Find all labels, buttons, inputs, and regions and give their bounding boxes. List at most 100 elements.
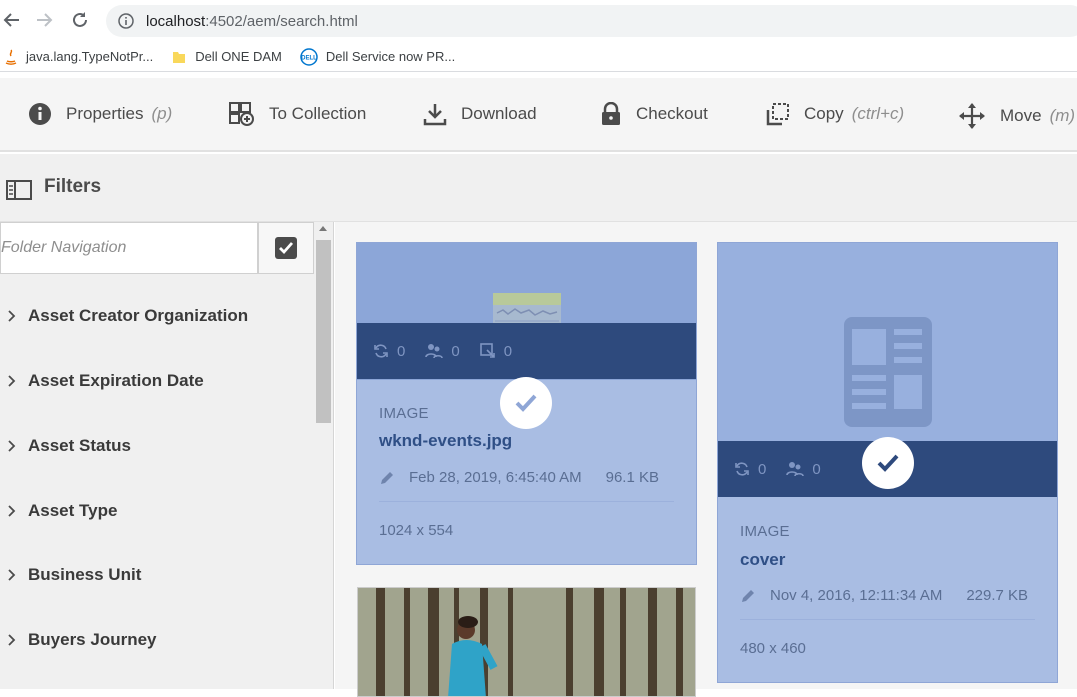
bookmarks-bar: java.lang.TypeNotPr... Dell ONE DAM DELL… — [0, 42, 1077, 72]
asset-name[interactable]: cover — [740, 550, 785, 570]
refresh-count: 0 — [758, 460, 767, 478]
url-text: localhost:4502/aem/search.html — [146, 13, 358, 30]
to-collection-button[interactable]: To Collection — [229, 102, 366, 126]
scroll-up-icon[interactable] — [319, 226, 327, 231]
facet-asset-creator-organization[interactable]: Asset Creator Organization — [8, 306, 248, 326]
quick-action-collaborators[interactable]: 0 — [786, 460, 821, 478]
filters-title: Filters — [44, 176, 102, 197]
facet-asset-type[interactable]: Asset Type — [8, 501, 117, 521]
chevron-right-icon — [8, 375, 20, 387]
rail-scrollbar[interactable] — [314, 222, 333, 689]
users-icon — [786, 462, 805, 477]
copy-shortcut: (ctrl+c) — [851, 104, 905, 123]
asset-meta: Feb 28, 2019, 6:45:40 AM 96.1 KB — [379, 469, 659, 486]
folder-navigation-toggle[interactable] — [258, 222, 314, 274]
selected-check-icon[interactable] — [862, 437, 914, 489]
card-divider — [379, 501, 674, 502]
asset-dimensions: 480 x 460 — [740, 640, 806, 657]
copy-label: Copy — [804, 104, 844, 123]
address-bar[interactable]: localhost:4502/aem/search.html — [106, 5, 1077, 37]
card-divider — [740, 619, 1035, 620]
rail-toggle-icon[interactable] — [6, 180, 32, 205]
chevron-right-icon — [8, 634, 20, 646]
asset-card-wknd-events[interactable]: 0 0 0 IMAGE wknd-events.jpg Feb 28, 2019… — [356, 242, 697, 565]
quick-action-collaborators[interactable]: 0 — [425, 342, 460, 360]
filters-header: Filters — [0, 154, 1077, 222]
checkout-button[interactable]: Checkout — [600, 102, 708, 126]
quick-action-annotations[interactable]: 0 — [479, 342, 513, 360]
facet-label: Asset Status — [28, 436, 131, 455]
asset-file-size: 229.7 KB — [966, 587, 1029, 604]
java-icon — [4, 49, 18, 65]
asset-modified-date: Feb 28, 2019, 6:45:40 AM — [409, 469, 582, 486]
annotations-count: 0 — [503, 342, 513, 360]
url-host: localhost — [146, 12, 206, 30]
bookmark-label: java.lang.TypeNotPr... — [26, 49, 154, 64]
facet-label: Asset Creator Organization — [28, 306, 249, 325]
facet-asset-status[interactable]: Asset Status — [8, 436, 131, 456]
info-circle-icon — [29, 103, 51, 125]
asset-type: IMAGE — [379, 405, 429, 422]
bookmark-label: Dell Service now PR... — [325, 49, 456, 64]
refresh-icon — [735, 462, 749, 476]
folder-navigation-placeholder: Folder Navigation — [1, 239, 127, 256]
download-label: Download — [461, 104, 537, 123]
pencil-icon — [742, 589, 754, 602]
move-shortcut: (m) — [1049, 106, 1076, 125]
asset-type: IMAGE — [740, 523, 790, 540]
facet-label: Asset Type — [28, 501, 118, 520]
move-icon — [959, 103, 985, 129]
facet-business-unit[interactable]: Business Unit — [8, 565, 141, 585]
asset-grid: 0 0 0 IMAGE wknd-events.jpg Feb 28, 2019… — [335, 222, 1077, 697]
quick-action-refresh[interactable]: 0 — [373, 343, 405, 360]
pencil-icon — [381, 471, 393, 484]
download-icon — [423, 104, 447, 126]
bookmark-dell-one-dam[interactable]: Dell ONE DAM — [171, 49, 282, 65]
lock-icon — [602, 102, 620, 125]
scroll-thumb[interactable] — [316, 240, 331, 423]
asset-dimensions: 1024 x 554 — [379, 522, 454, 539]
asset-file-size: 96.1 KB — [605, 469, 659, 486]
bookmark-label: Dell ONE DAM — [195, 49, 282, 64]
chevron-right-icon — [8, 310, 20, 322]
refresh-count: 0 — [397, 342, 406, 360]
asset-name[interactable]: wknd-events.jpg — [379, 431, 512, 451]
filters-rail: Folder Navigation Asset Creator Organiza… — [0, 222, 334, 689]
chevron-right-icon — [8, 569, 20, 581]
facet-asset-expiration-date[interactable]: Asset Expiration Date — [8, 371, 204, 391]
collaborators-count: 0 — [451, 342, 460, 360]
forward-arrow-icon[interactable] — [32, 8, 56, 32]
refresh-icon — [374, 344, 388, 358]
bookmark-java[interactable]: java.lang.TypeNotPr... — [4, 49, 153, 65]
folder-icon — [171, 49, 187, 65]
back-arrow-icon[interactable] — [0, 8, 24, 32]
annotation-icon — [479, 343, 495, 358]
quick-action-refresh[interactable]: 0 — [734, 461, 766, 478]
move-label: Move — [1000, 106, 1042, 125]
svg-text:DELL: DELL — [301, 55, 317, 61]
info-icon[interactable] — [118, 13, 134, 29]
chevron-right-icon — [8, 505, 20, 517]
checkbox-checked-icon — [275, 237, 297, 259]
collaborators-count: 0 — [812, 460, 821, 478]
properties-label: Properties — [66, 104, 144, 123]
facet-buyers-journey[interactable]: Buyers Journey — [8, 630, 157, 650]
selected-check-icon[interactable] — [500, 377, 552, 429]
bookmark-dell-service-now[interactable]: DELL Dell Service now PR... — [300, 47, 456, 66]
facet-label: Buyers Journey — [28, 630, 157, 649]
folder-navigation-input[interactable]: Folder Navigation — [0, 222, 258, 274]
copy-button[interactable]: Copy (ctrl+c) — [766, 102, 904, 126]
download-button[interactable]: Download — [423, 102, 537, 126]
asset-card-cover[interactable]: 0 0 IMAGE cover Nov 4, 2016, 12:11:34 AM… — [717, 242, 1058, 683]
document-icon — [844, 317, 932, 427]
action-bar: Properties (p) To Collection Download Ch… — [0, 78, 1077, 152]
move-button[interactable]: Move (m) — [958, 102, 1075, 130]
chevron-right-icon — [8, 440, 20, 452]
asset-modified-date: Nov 4, 2016, 12:11:34 AM — [770, 587, 943, 604]
asset-card-runner[interactable] — [357, 587, 696, 697]
quick-actions-bar: 0 0 0 — [357, 323, 696, 379]
reload-icon[interactable] — [68, 8, 92, 32]
properties-button[interactable]: Properties (p) — [28, 102, 172, 126]
properties-shortcut: (p) — [151, 104, 173, 123]
copy-icon — [766, 103, 789, 126]
